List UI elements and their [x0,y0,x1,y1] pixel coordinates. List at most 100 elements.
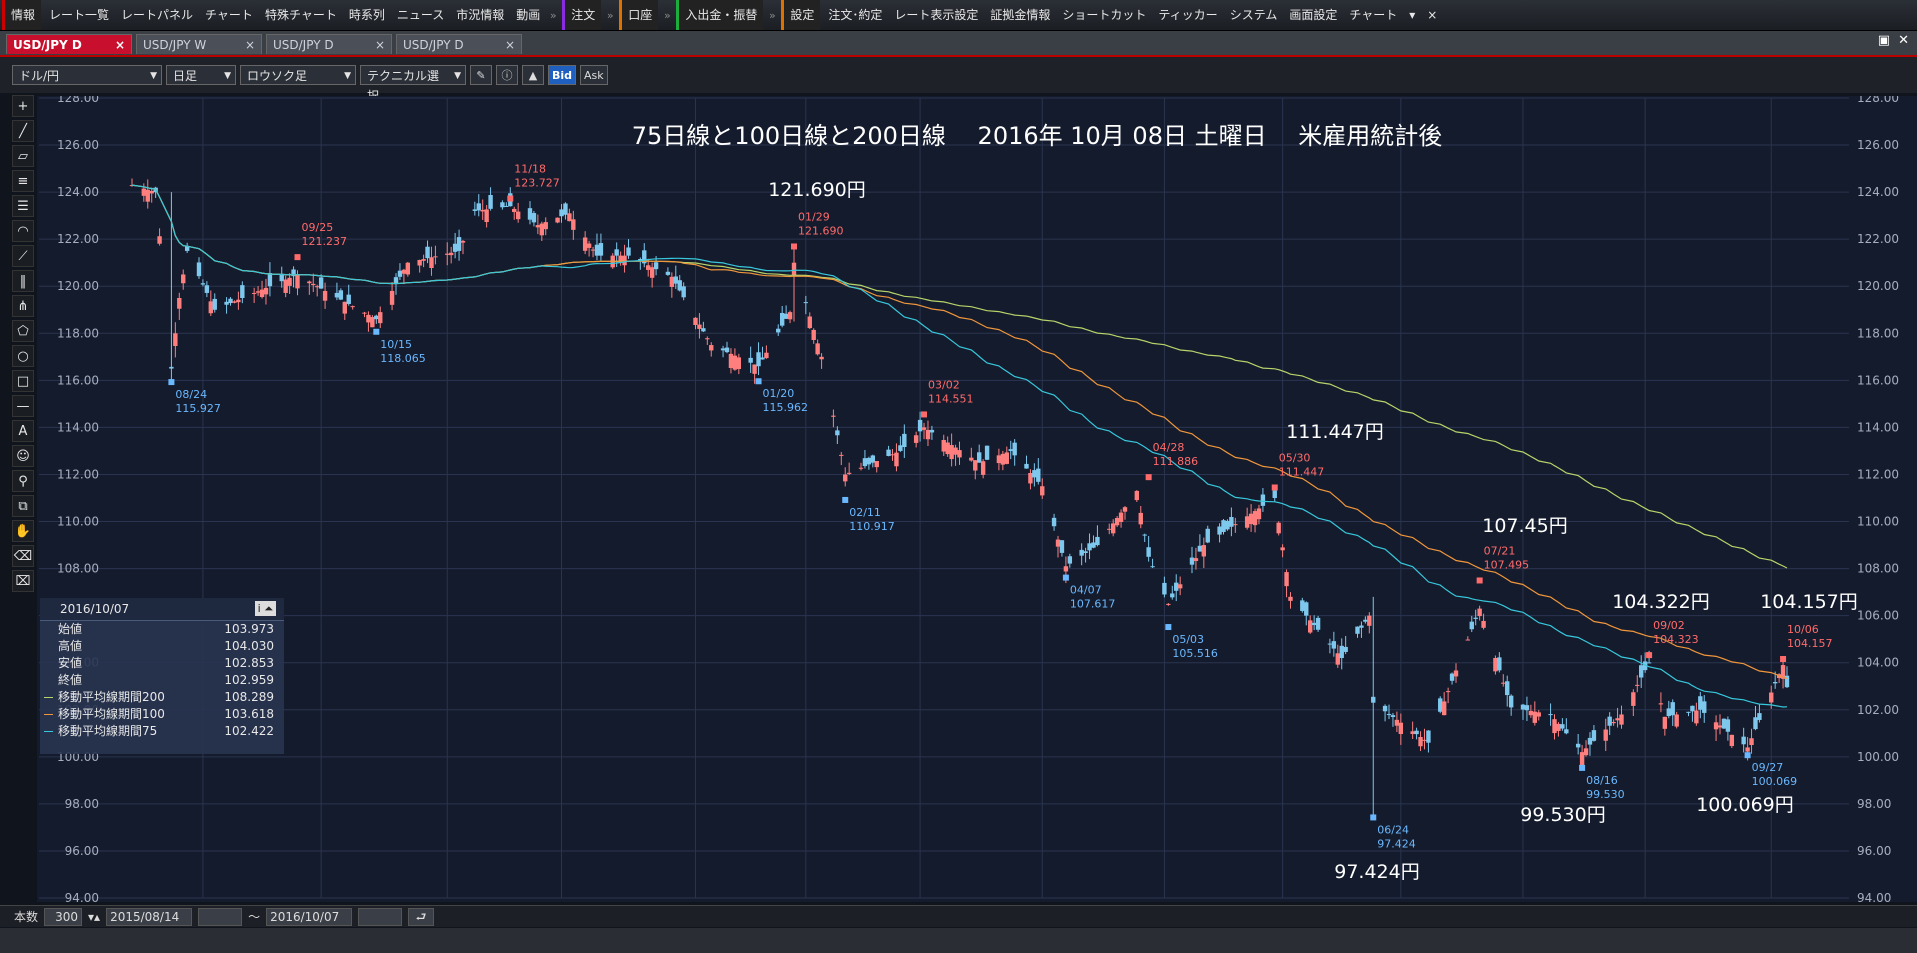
erase-all-icon[interactable]: ⌧ [12,570,34,592]
smiley-icon[interactable]: ☺ [12,445,34,467]
mountain-chart-icon[interactable]: ▲ [522,65,544,85]
y-tick-label-left: 96.00 [65,844,99,858]
menu-item-5[interactable]: 時系列 [343,0,391,30]
eraser-icon[interactable]: ⌫ [12,545,34,567]
end-date-field[interactable]: 2016/10/07 [266,907,353,926]
text-icon[interactable]: A [12,420,34,442]
candle-body [653,262,659,270]
fibonacci-arc-icon[interactable]: ◠ [12,220,34,242]
magnet-icon[interactable]: ⚲ [12,470,34,492]
menu-overflow-icon[interactable]: » [603,9,617,22]
menu-item-1[interactable]: レート一覧 [43,0,115,30]
candle-body [1189,557,1195,565]
marker-value: 104.323 [1653,633,1699,646]
menu-item-15[interactable]: 証拠金情報 [984,0,1056,30]
menu-item-20[interactable]: チャート [1343,0,1403,30]
close-icon[interactable]: ✕ [1898,33,1909,48]
tab-2[interactable]: USD/JPY D × [266,34,392,54]
menu-item-21[interactable]: ▾ [1403,0,1421,30]
pitchfork-icon[interactable]: ⋔ [12,295,34,317]
rectangle-icon[interactable]: □ [12,370,34,392]
horizontal-lines-icon[interactable]: ≡ [12,170,34,192]
candle-body [614,249,619,256]
return-icon[interactable]: ⮐ [408,907,435,926]
candle-body [228,298,233,304]
horizontal-line-icon[interactable]: — [12,395,34,417]
menu-item-22[interactable]: × [1421,0,1443,30]
menu-item-8[interactable]: 動画 [510,0,546,30]
menu-item-12[interactable]: 設定 [781,0,821,30]
menu-item-13[interactable]: 注文･約定 [822,0,888,30]
menu-item-18[interactable]: システム [1224,0,1284,30]
candle-body [484,209,489,223]
marker-value: 114.551 [928,392,974,405]
technical-select[interactable]: テクニカル選択 [360,65,466,103]
menu-item-17[interactable]: ティッカー [1152,0,1223,30]
menu-item-6[interactable]: ニュース [391,0,450,30]
candle-body [1308,620,1313,633]
crosshair-icon[interactable]: + [12,95,34,117]
marker-square [842,496,849,503]
count-input[interactable]: 300 [44,907,83,926]
pentagon-icon[interactable]: ⬠ [12,320,34,342]
candle-body [504,205,509,207]
candle-body [1024,463,1029,469]
candle-body [977,452,982,463]
candle-body [1670,702,1675,716]
pair-select[interactable]: ドル/円 [12,65,162,86]
menu-overflow-icon[interactable]: » [660,9,674,22]
tab-close-icon[interactable]: × [505,35,515,55]
candle-body [456,237,462,251]
menu-item-9[interactable]: 注文 [562,0,602,30]
candle-body [1201,545,1207,557]
menu-item-4[interactable]: 特殊チャート [259,0,343,30]
menu-item-0[interactable]: 情報 [2,0,42,30]
vertical-lines-icon[interactable]: ‖ [12,270,34,292]
menu-item-2[interactable]: レートパネル [115,0,199,30]
candle-body [791,262,797,276]
copy-icon[interactable]: ⧉ [12,495,34,517]
candle-body [720,348,726,351]
bid-button[interactable]: Bid [548,65,577,85]
timeframe-select[interactable]: 日足 [166,65,236,86]
menu-item-7[interactable]: 市況情報 [450,0,510,30]
menu-item-11[interactable]: 入出金・振替 [676,0,764,30]
menu-item-14[interactable]: レート表示設定 [888,0,984,30]
marker-square [1145,474,1152,481]
fan-icon[interactable]: ⟋ [12,245,34,267]
marker-square [921,411,928,418]
end-time-field[interactable] [358,907,403,926]
chart-type-select[interactable]: ロウソク足 [240,65,356,86]
tab-1[interactable]: USD/JPY W × [136,34,262,54]
info-label: 移動平均線期間100 [58,707,165,721]
ruler-icon[interactable]: ▱ [12,145,34,167]
candle-body [819,356,824,360]
maximize-icon[interactable]: ▣ [1878,33,1890,48]
menu-overflow-icon[interactable]: » [765,9,779,22]
count-stepper-icon[interactable]: ▾▴ [88,910,100,924]
menu-item-16[interactable]: ショートカット [1056,0,1152,30]
menu-overflow-icon[interactable]: » [546,9,560,22]
ask-button[interactable]: Ask [580,65,608,85]
tab-3[interactable]: USD/JPY D × [396,34,522,54]
tab-0[interactable]: USD/JPY D × [6,34,132,54]
menu-item-3[interactable]: チャート [199,0,259,30]
tab-close-icon[interactable]: × [115,35,125,55]
info-toggle-icon[interactable]: i ⏶ [254,601,276,616]
pen-icon[interactable]: ✎ [470,65,492,85]
tab-close-icon[interactable]: × [375,35,385,55]
price-chart[interactable]: 128.00 128.00 126.00 126.00 124.00 124.00 122.… [37,96,1917,902]
tab-close-icon[interactable]: × [245,35,255,55]
trendline-icon[interactable]: ╱ [12,120,34,142]
marker-square [1271,484,1278,491]
menu-item-19[interactable]: 画面設定 [1283,0,1343,30]
candle-body [1698,696,1703,710]
y-tick-label-left: 116.00 [57,373,99,387]
start-date-field[interactable]: 2015/08/14 [106,907,193,926]
menu-item-10[interactable]: 口座 [619,0,659,30]
channel-icon[interactable]: ☰ [12,195,34,217]
circle-icon[interactable]: ○ [12,345,34,367]
info-icon[interactable]: ⓘ [496,65,518,85]
start-time-field[interactable] [198,907,243,926]
hand-icon[interactable]: ✋ [12,520,34,542]
